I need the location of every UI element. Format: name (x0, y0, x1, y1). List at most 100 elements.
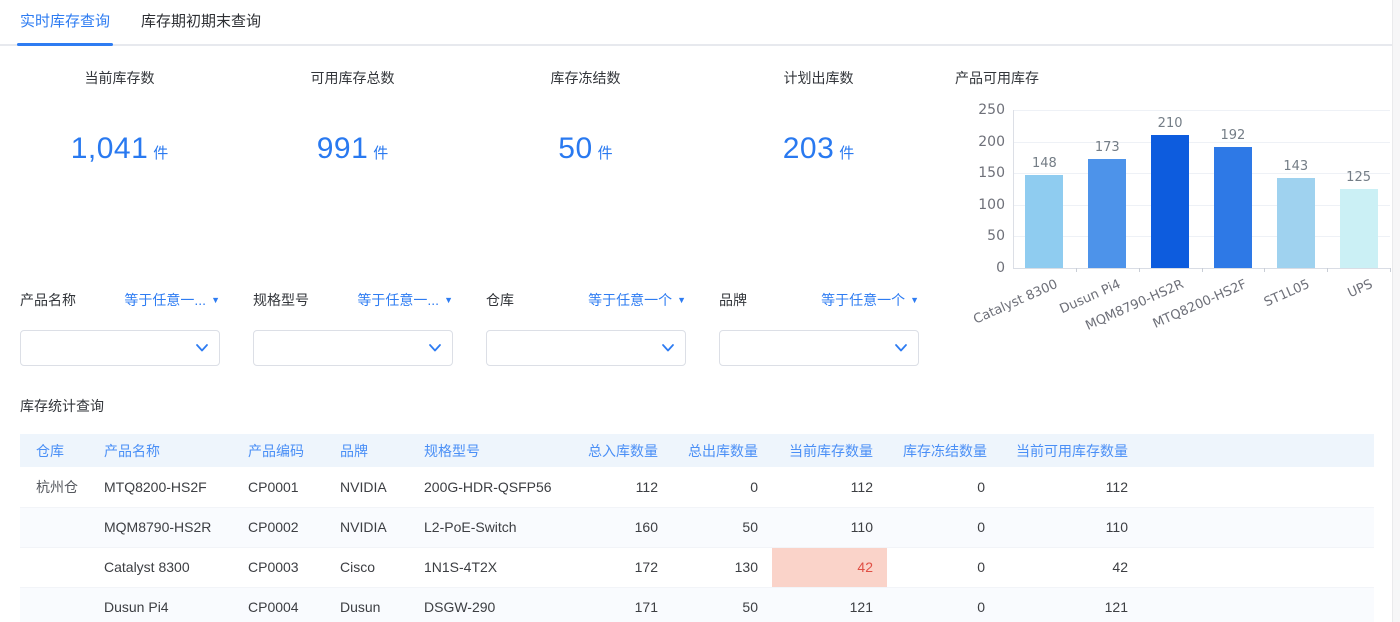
bar-value-label: 210 (1157, 116, 1183, 132)
kpi-unit: 件 (153, 145, 169, 162)
filter-operator-dropdown[interactable]: 等于任意一... ▼ (357, 290, 453, 310)
table-header-row: 仓库 产品名称 产品编码 品牌 规格型号 总入库数量 总出库数量 当前库存数量 库存冻结数量 当前… (20, 434, 1374, 467)
table-cell: 171 (560, 587, 672, 622)
table-cell: 0 (887, 467, 999, 508)
chart-bar (1025, 174, 1064, 268)
table-cell: 0 (887, 547, 999, 588)
table-cell: 200G-HDR-QSFP56 (408, 467, 560, 508)
filter-select-brand[interactable] (719, 330, 919, 366)
chart-title: 产品可用库存 (955, 70, 1039, 86)
filter-select-product-name[interactable] (20, 330, 220, 366)
x-axis-tick (1264, 268, 1266, 272)
table-cell: CP0004 (232, 587, 324, 622)
filter-operator-dropdown[interactable]: 等于任意一个 ▼ (588, 290, 686, 310)
filter-operator-dropdown[interactable]: 等于任意一... ▼ (124, 290, 220, 310)
filter-select-spec-model[interactable] (253, 330, 453, 366)
column-header: 产品名称 (88, 434, 232, 467)
tab-bar: 实时库存查询 库存期初期末查询 (0, 0, 1392, 46)
y-axis-tick-label: 50 (987, 228, 1005, 245)
tab-realtime-inventory[interactable]: 实时库存查询 (17, 0, 114, 46)
chevron-down-icon (429, 344, 441, 352)
table-row: MQM8790-HS2R CP0002 NVIDIA L2-PoE-Switch 160… (20, 507, 1374, 548)
table-cell: 112 (560, 467, 672, 508)
table-cell: CP0001 (232, 467, 324, 508)
filter-select-warehouse[interactable] (486, 330, 686, 366)
chart-bar (1213, 146, 1252, 268)
filter-head: 产品名称 等于任意一... ▼ (20, 290, 220, 310)
kpi-available-stock: 可用库存总数 991 件 (236, 70, 469, 166)
kpi-value: 203 (782, 132, 835, 165)
dropdown-caret-icon: ▼ (677, 295, 686, 305)
table-row: 杭州仓 MTQ8200-HS2F CP0001 NVIDIA 200G-HDR-QSFP… (20, 467, 1374, 508)
kpi-current-stock: 当前库存数 1,041 件 (3, 70, 236, 166)
bar-value-label: 173 (1094, 139, 1120, 155)
table-cell: NVIDIA (324, 467, 408, 508)
filter-label: 规格型号 (253, 292, 309, 308)
kpi-planned-outbound: 计划出库数 203 件 (702, 70, 935, 166)
table-cell: 50 (672, 587, 772, 622)
filter-label: 产品名称 (20, 292, 76, 308)
x-axis-tick (1138, 268, 1140, 272)
kpi-value-wrap: 50 件 (469, 132, 702, 166)
table-cell: 112 (999, 467, 1142, 508)
kpi-unit: 件 (373, 145, 389, 162)
bar-value-label: 143 (1283, 158, 1309, 174)
bar-value-label: 125 (1346, 170, 1371, 185)
table-cell: 160 (560, 507, 672, 548)
column-header: 仓库 (20, 434, 88, 467)
table-cell (20, 547, 88, 588)
gridline (1013, 141, 1390, 143)
table-cell: 0 (887, 587, 999, 622)
page-scrollbar[interactable] (1392, 0, 1400, 622)
filter-operator-dropdown[interactable]: 等于任意一个 ▼ (821, 290, 919, 310)
table-cell: 50 (672, 507, 772, 548)
column-header: 总出库数量 (672, 434, 772, 467)
column-header: 当前库存数量 (772, 434, 887, 467)
table-cell: MTQ8200-HS2F (88, 467, 232, 508)
gridline (1013, 204, 1390, 206)
table-cell-filler (1142, 547, 1374, 588)
dropdown-caret-icon: ▼ (211, 295, 220, 305)
tab-label: 库存期初期末查询 (141, 13, 262, 30)
x-axis-tick (1075, 268, 1077, 272)
table-cell: DSGW-290 (408, 587, 560, 622)
kpi-unit: 件 (839, 145, 855, 162)
tab-period-inventory[interactable]: 库存期初期末查询 (141, 0, 261, 44)
filter-label: 仓库 (486, 292, 514, 308)
table-cell: NVIDIA (324, 507, 408, 548)
y-axis-tick-label: 200 (978, 133, 1005, 150)
filter-row: 产品名称 等于任意一... ▼ 规格型号 等于任意一... ▼ 仓库 等于任意一个 ▼ 品牌… (20, 290, 919, 366)
filter-label: 品牌 (719, 292, 747, 308)
dropdown-caret-icon: ▼ (910, 295, 919, 305)
table-cell: CP0003 (232, 547, 324, 588)
kpi-value: 50 (558, 132, 593, 165)
table-cell: 110 (999, 507, 1142, 548)
table-cell: Cisco (324, 547, 408, 588)
kpi-label: 库存冻结数 (550, 70, 621, 86)
table-cell (20, 587, 88, 622)
y-axis-tick-label: 150 (978, 165, 1005, 182)
bar-value-label: 192 (1220, 127, 1246, 143)
table-cell-filler (1142, 587, 1374, 622)
tab-label: 实时库存查询 (20, 13, 111, 30)
table-cell: 0 (887, 507, 999, 548)
gridline (1013, 110, 1390, 111)
chart-bar (1339, 189, 1378, 268)
table-cell: 42 (999, 547, 1142, 588)
table-cell: 172 (560, 547, 672, 588)
table-cell-filler (1142, 467, 1374, 508)
y-axis-tick-label: 250 (978, 102, 1005, 118)
table-cell (20, 507, 88, 548)
table-cell: 121 (999, 587, 1142, 622)
kpi-group: 当前库存数 1,041 件可用库存总数 991 件库存冻结数 50 件计划出库数 203 件 (3, 70, 935, 166)
gridline (1013, 236, 1390, 238)
table-cell: MQM8790-HS2R (88, 507, 232, 548)
chart-bar (1088, 158, 1127, 268)
available-stock-chart: 产品可用库存 0 50 100 150 200 250 148 Catalyst 8300 17… (955, 70, 1396, 334)
x-axis-tick (1327, 268, 1329, 272)
table-cell: 1N1S-4T2X (408, 547, 560, 588)
inventory-table: 仓库 产品名称 产品编码 品牌 规格型号 总入库数量 总出库数量 当前库存数量 库存冻结数量 当前… (20, 434, 1374, 622)
bar-value-label: 148 (1031, 155, 1057, 171)
column-header: 规格型号 (408, 434, 560, 467)
filter-group-product-name: 产品名称 等于任意一... ▼ (20, 290, 220, 366)
